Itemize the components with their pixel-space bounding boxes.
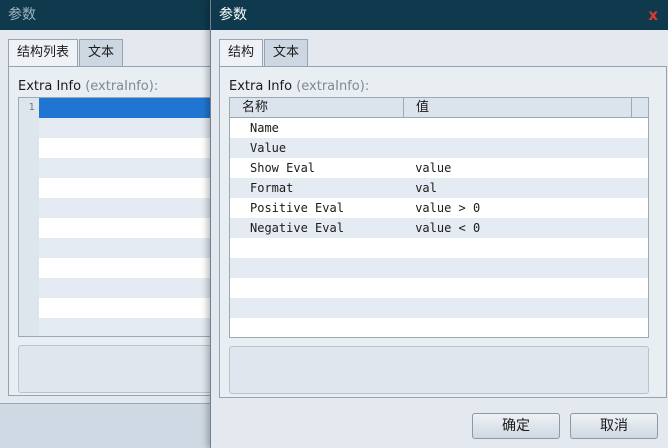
table-row[interactable]: Negative Eval value < 0: [230, 218, 648, 238]
tab-text[interactable]: 文本: [79, 39, 124, 66]
table-row[interactable]: Show Eval value: [230, 158, 648, 178]
background-description-area[interactable]: [18, 345, 218, 393]
background-tab-bar: 结构列表 文本: [8, 39, 124, 67]
line-number: 1: [28, 102, 35, 113]
table-row[interactable]: Name: [230, 118, 648, 138]
row-value-cell[interactable]: value > 0: [403, 198, 648, 218]
table-row[interactable]: Value: [230, 138, 648, 158]
tab-text[interactable]: 文本: [264, 39, 309, 66]
row-value-cell[interactable]: value: [403, 158, 648, 178]
column-header-filler: [632, 98, 648, 117]
extra-info-label: Extra Info (extraInfo):: [18, 79, 158, 94]
empty-row[interactable]: [230, 258, 648, 278]
extra-info-grid: 名称 值 Name Value Show Eval value Format v…: [229, 97, 649, 338]
row-value-cell[interactable]: val: [403, 178, 648, 198]
column-header-value[interactable]: 值: [404, 98, 632, 117]
empty-row[interactable]: [230, 318, 648, 337]
row-name-cell[interactable]: Value: [230, 138, 403, 158]
empty-row[interactable]: [230, 238, 648, 258]
column-header-name[interactable]: 名称: [230, 98, 404, 117]
extra-info-label-text: Extra Info: [229, 79, 293, 94]
description-area[interactable]: [229, 346, 649, 394]
grid-body: Name Value Show Eval value Format val Po…: [230, 118, 648, 337]
dialog-title: 参数: [219, 7, 247, 23]
editor-line[interactable]: [39, 238, 217, 258]
editor-line-selected[interactable]: [39, 98, 217, 118]
empty-row[interactable]: [230, 298, 648, 318]
editor-line[interactable]: [39, 158, 217, 178]
row-value-cell[interactable]: value < 0: [403, 218, 648, 238]
extra-info-label: Extra Info (extraInfo):: [229, 79, 369, 94]
row-name-cell[interactable]: Negative Eval: [230, 218, 403, 238]
grid-header: 名称 值: [230, 98, 648, 118]
line-number-gutter: 1: [19, 98, 39, 336]
editor-line[interactable]: [39, 258, 217, 278]
table-row[interactable]: Format val: [230, 178, 648, 198]
editor-lines: [39, 98, 217, 336]
empty-row[interactable]: [230, 278, 648, 298]
cancel-button[interactable]: 取消: [570, 413, 658, 439]
row-name-cell[interactable]: Name: [230, 118, 403, 138]
editor-line[interactable]: [39, 218, 217, 238]
row-value-cell[interactable]: [403, 118, 648, 138]
close-icon[interactable]: x: [648, 0, 658, 30]
extra-info-editor[interactable]: 1: [18, 97, 218, 337]
row-name-cell[interactable]: Format: [230, 178, 403, 198]
extra-info-label-text: Extra Info: [18, 79, 82, 94]
tab-structure[interactable]: 结构: [219, 39, 264, 67]
row-name-cell[interactable]: Show Eval: [230, 158, 403, 178]
editor-line[interactable]: [39, 198, 217, 218]
dialog-titlebar[interactable]: 参数 x: [211, 0, 668, 30]
editor-line[interactable]: [39, 178, 217, 198]
dialog-tab-bar: 结构 文本: [219, 39, 309, 67]
extra-info-hint: (extraInfo):: [296, 79, 370, 94]
tab-structure-list[interactable]: 结构列表: [8, 39, 79, 67]
editor-line[interactable]: [39, 138, 217, 158]
table-row[interactable]: Positive Eval value > 0: [230, 198, 648, 218]
ok-button[interactable]: 确定: [472, 413, 560, 439]
row-name-cell[interactable]: Positive Eval: [230, 198, 403, 218]
editor-line[interactable]: [39, 118, 217, 138]
extra-info-hint: (extraInfo):: [85, 79, 159, 94]
row-value-cell[interactable]: [403, 138, 648, 158]
editor-line[interactable]: [39, 298, 217, 318]
editor-line[interactable]: [39, 318, 217, 336]
editor-line[interactable]: [39, 278, 217, 298]
parameters-dialog: 参数 x 结构 文本 Extra Info (extraInfo): 名称 值 …: [210, 0, 668, 448]
